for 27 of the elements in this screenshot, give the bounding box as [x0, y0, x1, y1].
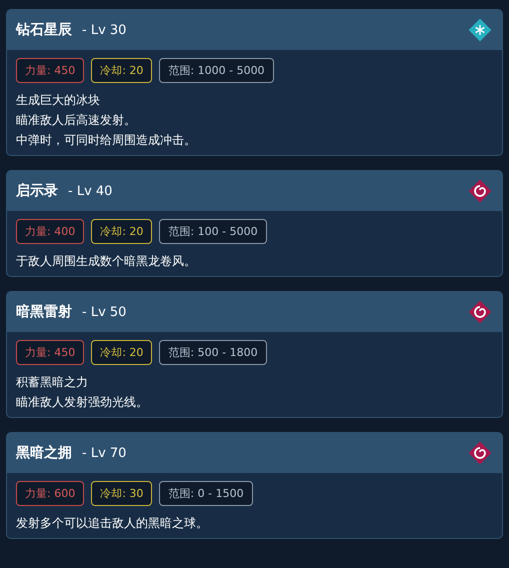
stat-tag: 冷却: 30: [91, 481, 152, 506]
stat-tag: 冷却: 20: [91, 219, 152, 244]
stat-tag: 范围: 100 - 5000: [159, 219, 267, 244]
skill-name: 暗黑雷射: [16, 303, 72, 321]
skill-level: - Lv 50: [82, 304, 128, 320]
description-line: 瞄准敌人后高速发射。: [16, 112, 137, 129]
stat-tag: 力量: 450: [16, 340, 84, 365]
skill-name: 启示录: [16, 182, 58, 200]
stat-tag: 范围: 500 - 1800: [159, 340, 267, 365]
stat-tag: 冷却: 20: [91, 340, 152, 365]
description-line: 生成巨大的冰块: [16, 92, 101, 109]
stat-tag: 范围: 1000 - 5000: [159, 58, 274, 83]
description-line: 发射多个可以追击敌人的黑暗之球。: [16, 515, 209, 532]
stat-tag: 力量: 400: [16, 219, 84, 244]
stat-tag: 冷却: 20: [91, 58, 152, 83]
skill-name: 钻石星辰: [16, 21, 72, 39]
description-line: 积蓄黑暗之力: [16, 374, 89, 391]
skill-name: 黑暗之拥: [16, 444, 72, 462]
description-line: 中弹时，可同时给周围造成冲击。: [16, 132, 197, 149]
skill-level: - Lv 70: [82, 446, 128, 460]
description-line: 于敌人周围生成数个暗黑龙卷风。: [16, 253, 197, 270]
skill-level: - Lv 30: [82, 22, 128, 38]
skill-level: - Lv 40: [68, 184, 114, 198]
description-line: 瞄准敌人发射强劲光线。: [16, 394, 149, 411]
stat-tag: 范围: 0 - 1500: [159, 481, 253, 506]
stat-tag: 力量: 600: [16, 481, 84, 506]
stat-tag: 力量: 450: [16, 58, 84, 83]
